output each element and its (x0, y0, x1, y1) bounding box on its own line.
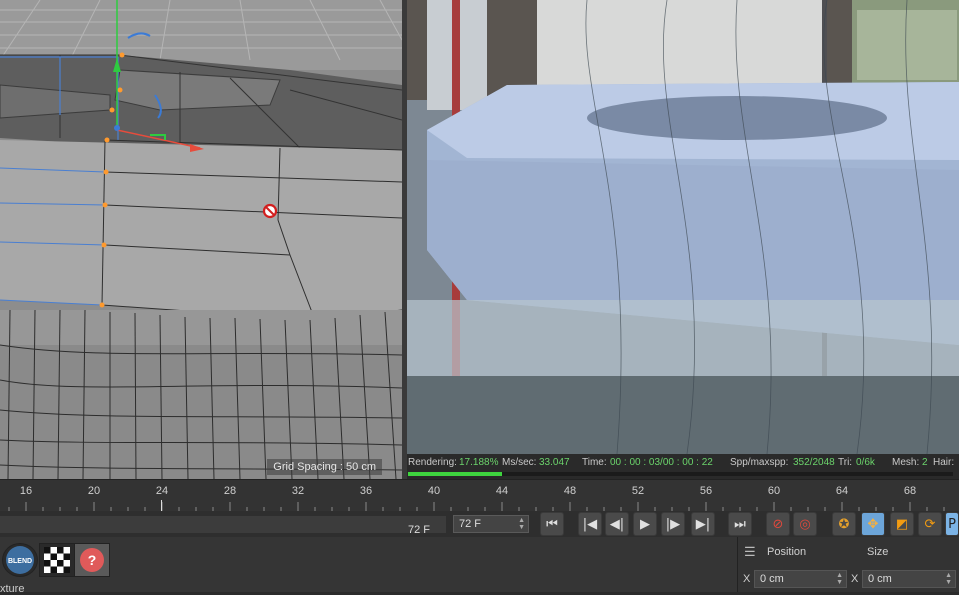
rendering-label: Rendering: (408, 457, 457, 468)
timeline-tick-label: 64 (835, 485, 849, 497)
render-progress-fill (408, 472, 502, 476)
time-label: Time: (582, 457, 607, 468)
mesh-value: 2 (922, 457, 928, 468)
tri-label: Tri: (838, 457, 853, 468)
go-to-start-icon[interactable]: ⏮ (540, 512, 564, 536)
time-value: 00 : 00 : 03/00 : 00 : 22 (610, 457, 713, 468)
spp-label: Spp/maxspp: (730, 457, 789, 468)
timeline-tick-label: 24 (155, 485, 169, 497)
rotate-icon[interactable]: ⟳ (918, 512, 942, 536)
missing-texture-icon: ? (80, 548, 104, 572)
timeline-tick-label: 20 (87, 485, 101, 497)
rendering-percent: 17.188% (459, 457, 499, 468)
render-status-bar: Rendering: 17.188% Ms/sec: 33.047 Time: … (407, 454, 959, 479)
next-key-icon[interactable]: ▶| (691, 512, 715, 536)
checker-material-icon (44, 547, 70, 573)
transport-bar: 72 F 72 F ▲ ▼ ⏮ |◀ ◀| ▶ |▶ ▶| ⏭ ⊘ ◎ ✪ ✥ ◩… (0, 511, 959, 537)
missing-texture-material[interactable]: ? (74, 543, 110, 577)
render-image (407, 0, 959, 454)
render-viewport[interactable] (407, 0, 959, 454)
timeline-tick-label: 36 (359, 485, 373, 497)
timeline-tick-label: 56 (699, 485, 713, 497)
spinner-icon[interactable]: ▲ ▼ (518, 517, 525, 531)
left-viewport[interactable]: Grid Spacing : 50 cm (0, 0, 402, 479)
size-header: Size (867, 546, 889, 558)
ms-label: Ms/sec: (502, 457, 537, 468)
keyframe-selection-icon[interactable]: ✪ (832, 512, 856, 536)
size-x-field[interactable]: 0 cm ▲ ▼ (862, 570, 956, 588)
ms-value: 33.047 (539, 457, 570, 468)
render-progress-bar (408, 472, 953, 476)
parameter-icon[interactable]: P (945, 512, 959, 536)
end-frame-value: 72 F (459, 518, 482, 530)
size-x-spinner-icon[interactable]: ▲ ▼ (945, 572, 952, 586)
position-header: Position (767, 546, 807, 558)
grid-spacing-label: Grid Spacing : 50 cm (267, 459, 382, 475)
mesh-label: Mesh: (892, 457, 920, 468)
blend-label: BLEND (8, 558, 32, 565)
play-icon[interactable]: ▶ (633, 512, 657, 536)
timeline-tick-label: 60 (767, 485, 781, 497)
timeline-tick-label: 68 (903, 485, 917, 497)
viewport-wireframe (0, 0, 402, 479)
timeline-tick-label: 28 (223, 485, 237, 497)
position-x-value: 0 cm (760, 573, 784, 585)
position-x-label: X (743, 573, 751, 585)
position-x-field[interactable]: 0 cm ▲ ▼ (754, 570, 847, 588)
position-x-spinner-icon[interactable]: ▲ ▼ (836, 572, 843, 586)
blend-material-icon: BLEND (6, 546, 34, 574)
timeline-tick-label: 16 (19, 485, 33, 497)
timeline-ruler[interactable]: 16 20 24 28 32 36 40 44 48 52 56 60 64 68 (0, 479, 959, 512)
frame-range-track[interactable]: 72 F (0, 516, 446, 536)
hamburger-menu-icon[interactable]: ☰ (744, 544, 756, 560)
record-keys-icon[interactable]: ⊘ (766, 512, 790, 536)
move-icon[interactable]: ✥ (861, 512, 885, 536)
coordinates-panel: ☰ Position Size X 0 cm ▲ ▼ X 0 cm ▲ ▼ (737, 537, 959, 592)
size-x-label: X (851, 573, 859, 585)
timeline-tick-label: 52 (631, 485, 645, 497)
end-frame-field[interactable]: 72 F ▲ ▼ (453, 515, 529, 533)
svg-text:?: ? (88, 552, 97, 568)
previous-key-icon[interactable]: |◀ (578, 512, 602, 536)
next-frame-icon[interactable]: |▶ (661, 512, 685, 536)
scale-icon[interactable]: ◩ (890, 512, 914, 536)
size-x-value: 0 cm (868, 573, 892, 585)
timeline-tick-label: 44 (495, 485, 509, 497)
checker-material[interactable] (39, 543, 75, 577)
timeline-tick-label: 32 (291, 485, 305, 497)
go-to-end-icon[interactable]: ⏭ (728, 512, 752, 536)
timeline-tick-label: 48 (563, 485, 577, 497)
spp-value: 352/2048 (793, 457, 835, 468)
previous-frame-icon[interactable]: ◀| (605, 512, 629, 536)
tri-value: 0/6k (856, 457, 875, 468)
auto-key-icon[interactable]: ◎ (793, 512, 817, 536)
hair-label: Hair: (933, 457, 955, 468)
texture-label: xture (0, 583, 25, 595)
timeline-tick-label: 40 (427, 485, 441, 497)
blend-material[interactable]: BLEND (2, 543, 38, 577)
current-frame-label: 72 F (408, 524, 431, 536)
